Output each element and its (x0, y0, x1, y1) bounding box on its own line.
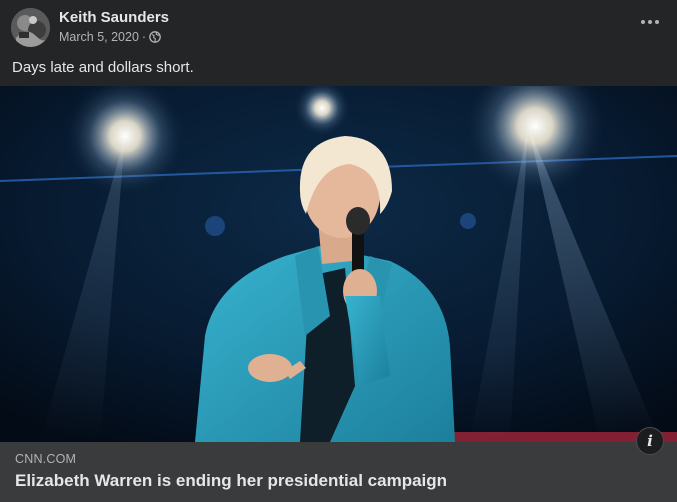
more-horizontal-icon (641, 20, 659, 24)
post-caption: Days late and dollars short. (12, 59, 194, 76)
post-timestamp[interactable]: March 5, 2020 (59, 30, 139, 44)
link-domain: CNN.COM (15, 452, 77, 466)
more-options-button[interactable] (635, 10, 665, 34)
link-preview-footer[interactable]: CNN.COM Elizabeth Warren is ending her p… (0, 442, 677, 502)
link-headline[interactable]: Elizabeth Warren is ending her president… (15, 471, 447, 491)
meta-separator: · (141, 30, 147, 44)
info-icon: i (647, 432, 653, 450)
author-name[interactable]: Keith Saunders (59, 9, 169, 26)
feed-post: Keith Saunders March 5, 2020 · Days late… (0, 0, 677, 502)
author-avatar[interactable] (11, 8, 50, 47)
post-meta: March 5, 2020 · (59, 30, 161, 44)
info-button[interactable]: i (636, 427, 664, 455)
avatar-image (11, 8, 50, 47)
post-header: Keith Saunders March 5, 2020 · (0, 0, 677, 54)
globe-icon[interactable] (149, 31, 161, 43)
link-preview-image[interactable] (0, 86, 677, 442)
speaker-photo (0, 86, 677, 442)
